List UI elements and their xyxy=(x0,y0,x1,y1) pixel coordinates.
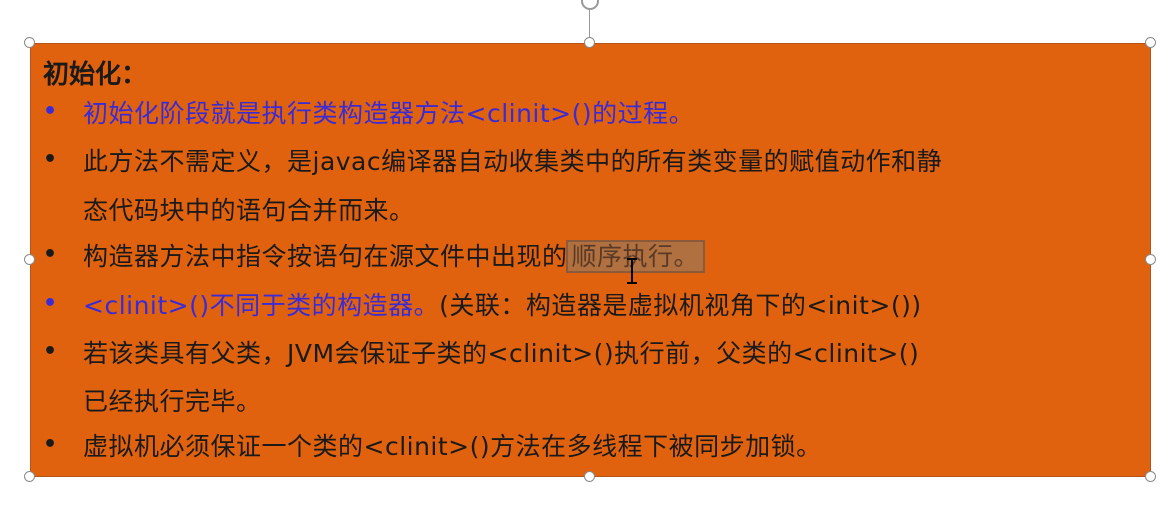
text-ibeam-cursor-icon xyxy=(626,258,638,284)
bullet-marker: • xyxy=(43,147,58,172)
resize-handle-bottom-left[interactable] xyxy=(24,471,35,482)
slide-canvas: 初始化： • 初始化阶段就是执行类构造器方法<clinit>()的过程。 • 此… xyxy=(0,0,1173,507)
bullet-2-line-1: 此方法不需定义，是javac编译器自动收集类中的所有类变量的赋值动作和静 xyxy=(83,147,943,176)
resize-handle-top-left[interactable] xyxy=(24,37,35,48)
resize-handle-top-center[interactable] xyxy=(584,37,595,48)
resize-handle-bottom-right[interactable] xyxy=(1145,471,1156,482)
heading: 初始化： xyxy=(43,60,148,90)
bullet-5-line-2: 已经执行完毕。 xyxy=(83,387,262,416)
bullet-4-line: <clinit>()不同于类的构造器。(关联：构造器是虚拟机视角下的<init>… xyxy=(83,286,922,322)
resize-handle-bottom-center[interactable] xyxy=(584,471,595,482)
bullet-6-line-1: 虚拟机必须保证一个类的<clinit>()方法在多线程下被同步加锁。 xyxy=(83,432,822,461)
bullet-marker: • xyxy=(43,291,58,316)
text-box[interactable]: 初始化： • 初始化阶段就是执行类构造器方法<clinit>()的过程。 • 此… xyxy=(30,43,1151,477)
resize-handle-middle-left[interactable] xyxy=(24,254,35,265)
bullet-4-dark-text: (关联：构造器是虚拟机视角下的<init>()) xyxy=(439,291,922,320)
resize-handle-top-right[interactable] xyxy=(1145,37,1156,48)
bullet-2-line-2: 态代码块中的语句合并而来。 xyxy=(83,196,415,225)
bullet-marker: • xyxy=(43,242,58,267)
rotate-handle[interactable] xyxy=(581,0,599,10)
bullet-marker: • xyxy=(43,339,58,364)
bullet-1-line-1: 初始化阶段就是执行类构造器方法<clinit>()的过程。 xyxy=(83,99,695,128)
resize-handle-middle-right[interactable] xyxy=(1145,254,1156,265)
rotate-handle-stem xyxy=(589,8,590,38)
bullet-marker: • xyxy=(43,99,58,124)
bullet-4-blue-text: <clinit>()不同于类的构造器。 xyxy=(83,291,440,320)
bullet-3-text: 构造器方法中指令按语句在源文件中出现的 xyxy=(83,242,568,271)
bullet-marker: • xyxy=(43,432,58,457)
bullet-5-line-1: 若该类具有父类，JVM会保证子类的<clinit>()执行前，父类的<clini… xyxy=(83,339,920,368)
bullet-3-line: 构造器方法中指令按语句在源文件中出现的 顺序执行。 xyxy=(83,237,706,273)
